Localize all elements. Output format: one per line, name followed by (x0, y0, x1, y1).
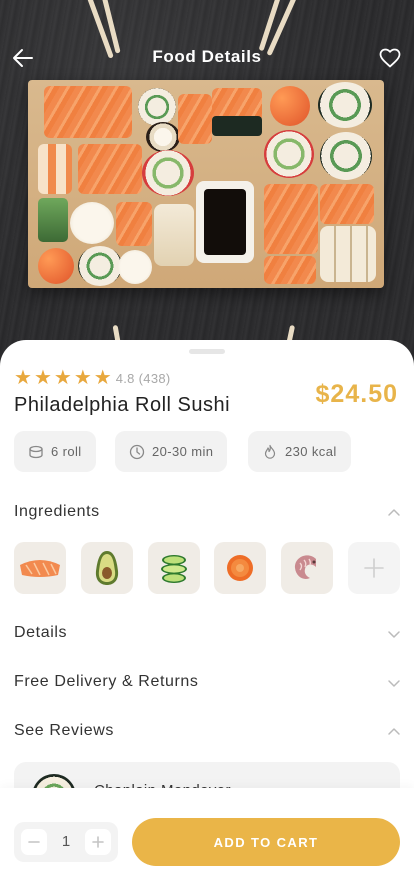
chip-label: 20-30 min (152, 444, 214, 459)
heart-icon[interactable] (376, 44, 404, 72)
chip-servings: 6 roll (14, 431, 96, 472)
sheet-handle[interactable] (189, 349, 225, 354)
shrimp-icon (294, 555, 316, 579)
carrot-icon (227, 555, 253, 581)
bottom-action-bar: 1 ADD TO CART (0, 788, 414, 896)
flame-icon (262, 444, 278, 460)
ingredient-cucumber[interactable] (148, 542, 200, 594)
chevron-down-icon[interactable] (386, 675, 402, 691)
ingredient-salmon[interactable] (14, 542, 66, 594)
ingredients-section-toggle[interactable]: Ingredients (14, 503, 100, 521)
star-icon: ★ (14, 367, 32, 389)
star-icon: ★ (73, 367, 92, 389)
chevron-down-icon[interactable] (386, 626, 402, 642)
ingredient-carrot[interactable] (214, 542, 266, 594)
chip-calories: 230 kcal (248, 431, 351, 472)
star-icon: ★ (93, 367, 112, 389)
ingredient-avocado[interactable] (81, 542, 133, 594)
reviews-section-toggle[interactable]: See Reviews (14, 722, 114, 740)
plus-icon (364, 558, 384, 578)
add-to-cart-button[interactable]: ADD TO CART (132, 818, 400, 866)
page-title: Food Details (152, 47, 262, 66)
delivery-section-toggle[interactable]: Free Delivery & Returns (14, 673, 199, 691)
chip-label: 6 roll (51, 444, 82, 459)
ingredient-shrimp[interactable] (281, 542, 333, 594)
chip-time: 20-30 min (115, 431, 228, 472)
rating-count: (438) (138, 370, 171, 386)
chip-label: 230 kcal (285, 444, 337, 459)
roll-icon (28, 444, 44, 460)
add-ingredient-button[interactable] (348, 542, 400, 594)
avocado-icon (95, 551, 119, 585)
quantity-stepper: 1 (14, 822, 118, 862)
plus-icon (92, 836, 104, 848)
details-section-toggle[interactable]: Details (14, 624, 67, 642)
food-name: Philadelphia Roll Sushi (14, 394, 231, 416)
chevron-up-icon[interactable] (386, 724, 402, 740)
rating-value: 4.8 (115, 370, 135, 386)
increase-button[interactable] (85, 829, 111, 855)
salmon-icon (20, 560, 60, 577)
clock-icon (129, 444, 145, 460)
cucumber-icon (161, 555, 187, 583)
soy-sauce-dish (196, 181, 254, 263)
chevron-up-icon[interactable] (386, 505, 402, 521)
star-icon: ★ (53, 367, 72, 389)
food-price: $24.50 (315, 380, 398, 408)
star-icon: ★ (33, 367, 52, 389)
rating: ★ ★ ★ ★ ★ 4.8 (438) (14, 368, 171, 388)
